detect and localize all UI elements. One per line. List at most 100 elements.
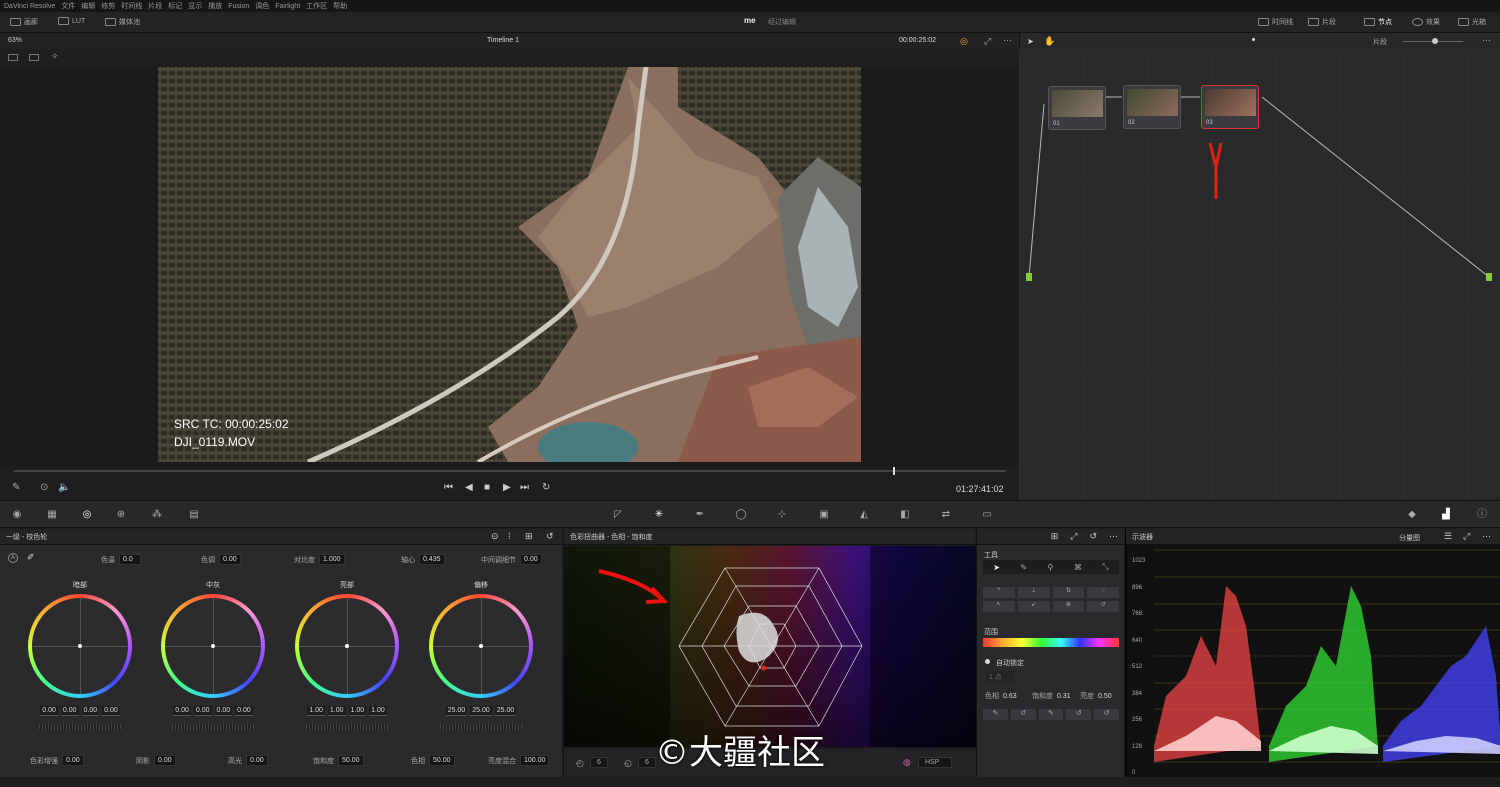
gallery-button[interactable]: 画廊 <box>10 17 38 27</box>
reset-icon[interactable]: ↺ <box>546 531 554 542</box>
first-frame-icon[interactable]: ⏮ <box>444 482 453 493</box>
warper-more-icon[interactable]: ⋯ <box>1109 531 1118 542</box>
magic-mask-icon[interactable]: ▣ <box>818 509 830 521</box>
grid-hue-dropdown[interactable]: 6 <box>590 757 608 768</box>
hand-icon[interactable]: ✋ <box>1044 36 1055 47</box>
select-tool-icon[interactable]: ➤ <box>993 563 1000 572</box>
play-icon[interactable]: ▶ <box>503 482 511 493</box>
picker-icon[interactable]: ✎ <box>12 482 20 493</box>
param-shadows[interactable]: 阴影 0.00 <box>136 755 176 766</box>
highlight-icon[interactable]: ✧ <box>51 51 59 62</box>
gamma-master-wheel[interactable] <box>172 723 254 730</box>
warper-canvas[interactable] <box>564 546 976 747</box>
split-view-icon[interactable] <box>8 54 18 61</box>
lift-color-wheel[interactable] <box>28 594 132 698</box>
lut-button[interactable]: LUT <box>58 17 85 25</box>
rgb-mixer-icon[interactable]: ⁂ <box>151 509 163 521</box>
gamma-color-wheel[interactable] <box>161 594 265 698</box>
lum-reset-icon[interactable]: ↺ <box>1094 709 1119 720</box>
param-temp[interactable]: 色温 0.0 <box>101 554 141 565</box>
param-hue-amount[interactable]: 色相 0.63 <box>985 691 1017 701</box>
fit-tool-icon[interactable]: ⤡ <box>1102 562 1108 572</box>
gain-master-wheel[interactable] <box>306 723 388 730</box>
param-color-boost[interactable]: 色彩增强 0.00 <box>30 755 84 766</box>
wheel-offset[interactable]: 偏移 25.00 25.00 25.00 <box>426 580 536 730</box>
menu-item[interactable]: 时间线 <box>121 1 142 11</box>
pin-tool-icon[interactable]: ⚲ <box>1048 563 1054 572</box>
menu-item[interactable]: 标记 <box>168 1 182 11</box>
color-space-dropdown[interactable]: HSP <box>918 757 953 768</box>
bars-mode-icon[interactable]: ⁞ <box>508 531 511 541</box>
tracker-icon[interactable]: ⊹ <box>776 509 788 521</box>
mask-icon[interactable]: ⊙ <box>40 482 48 493</box>
hue-pick-icon[interactable]: ✎ <box>983 709 1008 720</box>
param-pivot[interactable]: 轴心 0.435 <box>401 554 445 565</box>
menu-item[interactable]: Fusion <box>228 3 249 10</box>
volume-icon[interactable]: 🔈 <box>58 482 70 493</box>
gain-color-wheel[interactable] <box>295 594 399 698</box>
log-mode-icon[interactable]: ⊞ <box>525 531 533 542</box>
node-mode-dropdown[interactable]: 片段 <box>1373 37 1387 47</box>
eyedropper-icon[interactable]: ✐ <box>27 552 35 563</box>
hue-range-bar[interactable] <box>983 638 1119 647</box>
select-row-icon[interactable]: ↙ <box>1017 601 1050 612</box>
lightbox-toggle[interactable]: 光箱 <box>1458 17 1486 27</box>
window-icon[interactable]: ◯ <box>735 509 747 521</box>
select-all-icon[interactable]: ⊕ <box>1052 601 1085 612</box>
auto-balance-icon[interactable]: A <box>8 553 18 563</box>
menu-item[interactable]: 片段 <box>148 1 162 11</box>
menu-item[interactable]: 文件 <box>61 1 75 11</box>
fullscreen-icon[interactable]: ⤢ <box>984 36 991 47</box>
param-saturation[interactable]: 饱和度 50.00 <box>313 755 364 766</box>
qualifier-icon[interactable]: ✒ <box>694 509 706 521</box>
loop-icon[interactable]: ↻ <box>542 482 550 493</box>
add-row-icon[interactable]: ⊥ <box>1017 587 1050 598</box>
node-zoom-handle[interactable] <box>1432 38 1438 44</box>
hdr-wheels-icon[interactable]: ⊕ <box>115 509 127 521</box>
playhead[interactable] <box>893 467 895 475</box>
auto-lock-radio[interactable] <box>985 659 990 664</box>
node-03[interactable]: 03 <box>1201 85 1259 129</box>
node-more-icon[interactable]: ⋯ <box>1482 35 1491 46</box>
param-hue[interactable]: 色相 50.00 <box>411 755 455 766</box>
curves-icon[interactable]: ◸ <box>612 509 624 521</box>
scope-settings-icon[interactable]: ☰ <box>1444 531 1452 542</box>
undo-point-icon[interactable]: ↺ <box>1087 601 1119 612</box>
motion-effects-icon[interactable]: ▤ <box>188 509 200 521</box>
3d-icon[interactable]: ▭ <box>981 509 993 521</box>
scope-expand-icon[interactable]: ⤢ <box>1463 531 1470 542</box>
param-lum-amount[interactable]: 亮度 0.50 <box>1080 691 1112 701</box>
add-col-icon[interactable]: ⇅ <box>1052 587 1085 598</box>
reverse-icon[interactable]: ◀ <box>465 482 473 493</box>
camera-raw-icon[interactable]: ◉ <box>11 509 23 521</box>
color-icon[interactable]: ◎ <box>960 36 968 47</box>
scrubber-track[interactable] <box>14 470 1006 472</box>
grid-sat-dropdown[interactable]: 6 <box>638 757 656 768</box>
menu-item[interactable]: 调色 <box>255 1 269 11</box>
pointer-icon[interactable]: ➤ <box>1027 37 1034 46</box>
menu-item[interactable]: Fairlight <box>275 3 300 10</box>
menu-item[interactable]: DaVinci Resolve <box>4 3 55 10</box>
lift-master-wheel[interactable] <box>39 723 121 730</box>
clips-toggle[interactable]: 片段 <box>1308 17 1336 27</box>
scope-more-icon[interactable]: ⋯ <box>1482 531 1491 542</box>
color-wheels-icon[interactable]: ◎ <box>81 509 93 521</box>
color-warper-icon[interactable]: ✳ <box>653 509 665 521</box>
offset-master-wheel[interactable] <box>440 723 522 730</box>
lock-count-dropdown[interactable]: 1 点 <box>986 671 1014 683</box>
node-02[interactable]: 02 <box>1123 85 1181 129</box>
wheel-gain[interactable]: 亮部 1.00 1.00 1.00 1.00 <box>292 580 402 730</box>
warper-reset-icon[interactable]: ↺ <box>1089 531 1097 542</box>
node-graph[interactable]: 01 02 03 <box>1019 49 1500 500</box>
pen-tool-icon[interactable]: ✎ <box>1020 563 1027 572</box>
nodes-toggle[interactable]: 节点 <box>1364 17 1392 27</box>
info-icon[interactable]: ⓘ <box>1476 509 1488 521</box>
timeline-toggle[interactable]: 时间线 <box>1258 17 1293 27</box>
menu-item[interactable]: 播放 <box>208 1 222 11</box>
menu-item[interactable]: 帮助 <box>333 1 347 11</box>
param-lum-mix[interactable]: 亮度混合 100.00 <box>488 755 550 766</box>
sizing-icon[interactable]: ⇄ <box>940 509 952 521</box>
blur-icon[interactable]: ◭ <box>858 509 870 521</box>
keyframes-icon[interactable]: ◆ <box>1406 509 1418 521</box>
wheel-lift[interactable]: 暗部 0.00 0.00 0.00 0.00 <box>25 580 135 730</box>
